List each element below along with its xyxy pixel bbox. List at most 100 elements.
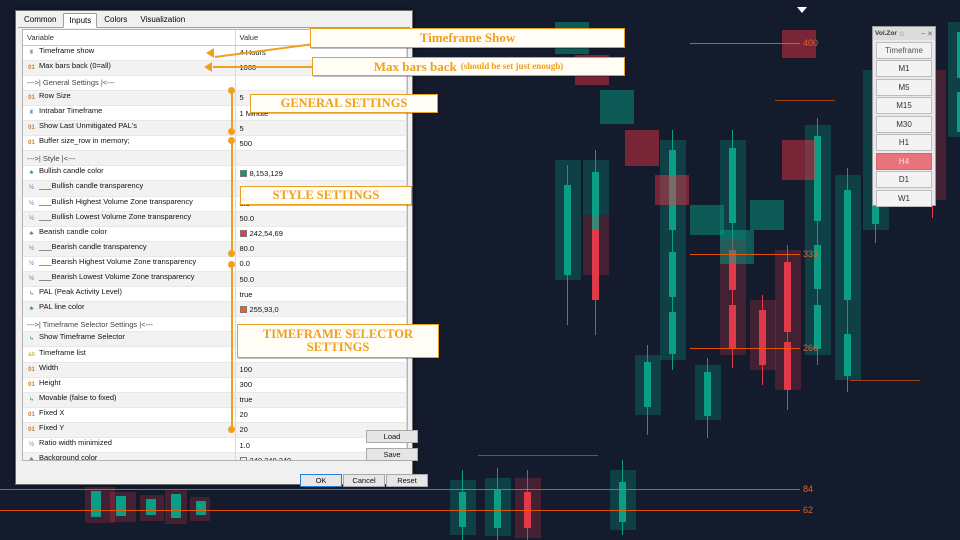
row-variable-cell: --->| Timeframe Selector Settings |<--- [23, 316, 236, 333]
table-row[interactable]: ♣ Background color 240,240,240 [23, 452, 407, 460]
candle-body [91, 491, 101, 517]
row-value-cell[interactable]: 500 [235, 135, 407, 152]
tab-common[interactable]: Common [18, 12, 62, 27]
tab-colors[interactable]: Colors [98, 12, 133, 27]
fraction-icon: ½ [28, 215, 34, 222]
row-value-cell[interactable]: 242,54,69 [235, 226, 407, 242]
candle-body [844, 190, 851, 300]
timeframe-button-d1[interactable]: D1 [876, 171, 932, 188]
table-row[interactable]: 01 Show Last Unmitigated PAL's 5 [23, 120, 407, 137]
fraction-icon: ½ [28, 276, 34, 283]
highest-volume-zone [720, 230, 754, 264]
row-variable-cell: ½ ___Bullish candle transparency [23, 180, 236, 197]
highest-volume-zone [690, 205, 724, 235]
tab-visualization[interactable]: Visualization [134, 12, 191, 27]
table-row[interactable]: ½ ___Bearish candle transparency 80.0 [23, 241, 407, 257]
callout-general-settings-text: GENERAL SETTINGS [280, 95, 408, 110]
timeframe-button-m1[interactable]: M1 [876, 60, 932, 77]
column-header-variable: Variable [23, 30, 236, 46]
table-row[interactable]: ↳ Movable (false to fixed) true [23, 392, 407, 408]
highest-volume-zone [600, 90, 634, 124]
fraction-icon: ½ [28, 245, 34, 252]
dialog-tabstrip[interactable]: Common Inputs Colors Visualization [18, 13, 410, 28]
timeframe-button-m5[interactable]: M5 [876, 78, 932, 96]
row-value-cell[interactable]: 0.0 [235, 256, 407, 273]
table-row[interactable]: ♣ Bullish candle color 8,153,129 [23, 165, 407, 182]
table-row[interactable]: 01 Fixed Y 20 [23, 422, 407, 439]
highest-volume-zone [625, 130, 659, 166]
candle-body [784, 262, 791, 332]
row-value-cell[interactable]: true [235, 392, 407, 408]
close-icon[interactable]: ✕ [927, 30, 933, 38]
row-value-cell[interactable]: 50.0 [235, 271, 407, 288]
color-icon: ♣ [29, 230, 34, 237]
table-row[interactable]: ↳ PAL (Peak Activity Level) true [23, 286, 407, 303]
row-variable-label: Bullish candle color [39, 166, 104, 176]
table-row[interactable]: 01 Buffer size_row in memory; 500 [23, 135, 407, 152]
row-variable-label: Movable (false to fixed) [39, 392, 117, 402]
row-value-cell[interactable]: 255,93,0 [235, 301, 407, 318]
number-icon: 01 [28, 381, 35, 388]
table-row[interactable]: --->| General Settings |<--- [23, 75, 407, 91]
table-row[interactable]: ½ ___Bullish Lowest Volume Zone transpare… [23, 211, 407, 227]
table-row[interactable]: ♣ PAL line color 255,93,0 [23, 301, 407, 318]
pin-icon[interactable]: ☆ [899, 30, 905, 38]
row-variable-label: Intrabar Timeframe [39, 106, 103, 116]
table-row[interactable]: 01 Height 300 [23, 377, 407, 393]
minimize-icon[interactable]: – [921, 30, 925, 37]
table-row[interactable]: ½ ___Bearish Lowest Volume Zone transpare… [23, 271, 407, 288]
callout-style-settings-text: STYLE SETTINGS [272, 187, 380, 202]
table-row[interactable]: ½ ___Bearish Highest Volume Zone transpar… [23, 256, 407, 273]
row-variable-label: Timeframe list [39, 347, 86, 357]
candle-body [729, 305, 736, 349]
row-value-cell[interactable]: 8,153,129 [235, 165, 407, 182]
row-variable-cell: 01 Height [23, 377, 236, 393]
row-value-cell[interactable]: 100 [235, 362, 407, 378]
table-row[interactable]: 01 Width 100 [23, 362, 407, 378]
annotation-bracket-style [231, 140, 233, 256]
timeframe-panel-titlebar[interactable]: Vol.Zor ☆ – ✕ [873, 27, 935, 40]
row-value-cell[interactable]: true [235, 286, 407, 303]
timeframe-selector-panel[interactable]: Vol.Zor ☆ – ✕ Timeframe M1 M5 M15 M30 H1 H4 D1… [872, 26, 936, 207]
timeframe-button-h1[interactable]: H1 [876, 134, 932, 151]
timeframe-button-w1[interactable]: W1 [876, 189, 932, 207]
row-value-text: 1.0 [239, 440, 250, 450]
timeframe-button-m15[interactable]: M15 [876, 97, 932, 114]
table-row[interactable]: --->| Style |<--- [23, 150, 407, 167]
pal-price-label: 266 [803, 343, 819, 353]
timeframe-button-m30[interactable]: M30 [876, 115, 932, 133]
row-value-cell[interactable]: 80.0 [235, 241, 407, 257]
table-row[interactable]: 01 Fixed X 20 [23, 407, 407, 423]
cancel-button[interactable]: Cancel [343, 474, 385, 487]
reset-button[interactable]: Reset [386, 474, 428, 487]
row-variable-label: ___Bearish Lowest Volume Zone transparen… [39, 272, 195, 282]
row-value-cell[interactable] [235, 75, 407, 91]
row-value-cell[interactable]: 50.0 [235, 211, 407, 227]
row-value-cell[interactable] [235, 150, 407, 167]
row-variable-label: Width [39, 362, 59, 372]
row-variable-cell: 01 Fixed Y [23, 422, 236, 439]
row-variable-label: ___Bearish candle transparency [39, 241, 147, 251]
row-variable-label: PAL (Peak Activity Level) [39, 287, 122, 297]
number-icon: 01 [28, 125, 35, 132]
tab-inputs[interactable]: Inputs [63, 13, 98, 28]
row-value-cell[interactable]: 20 [235, 407, 407, 423]
timeframe-button-h4[interactable]: H4 [876, 152, 932, 170]
ok-button[interactable]: OK [300, 474, 342, 487]
row-variable-label: Bearish candle color [39, 226, 107, 236]
candle-body [619, 482, 626, 522]
timeframe-list[interactable]: M1 M5 M15 M30 H1 H4 D1 W1 [873, 60, 935, 207]
annotation-dot-general-bottom [228, 128, 235, 135]
table-row[interactable]: ♣ Bearish candle color 242,54,69 [23, 226, 407, 242]
row-value-cell[interactable]: 5 [235, 120, 407, 137]
candle-body [844, 334, 851, 376]
table-row[interactable]: ½ Ratio width minimized 1.0 [23, 437, 407, 454]
load-button[interactable]: Load [366, 430, 418, 443]
row-variable-cell: ½ ___Bearish candle transparency [23, 241, 236, 257]
save-button[interactable]: Save [366, 448, 418, 461]
indicator-properties-dialog[interactable]: Common Inputs Colors Visualization Variable… [15, 10, 428, 487]
row-value-text: 20 [239, 425, 248, 435]
bool-icon: ↳ [28, 291, 35, 298]
row-value-cell[interactable]: 300 [235, 377, 407, 393]
number-icon: 01 [28, 94, 35, 101]
